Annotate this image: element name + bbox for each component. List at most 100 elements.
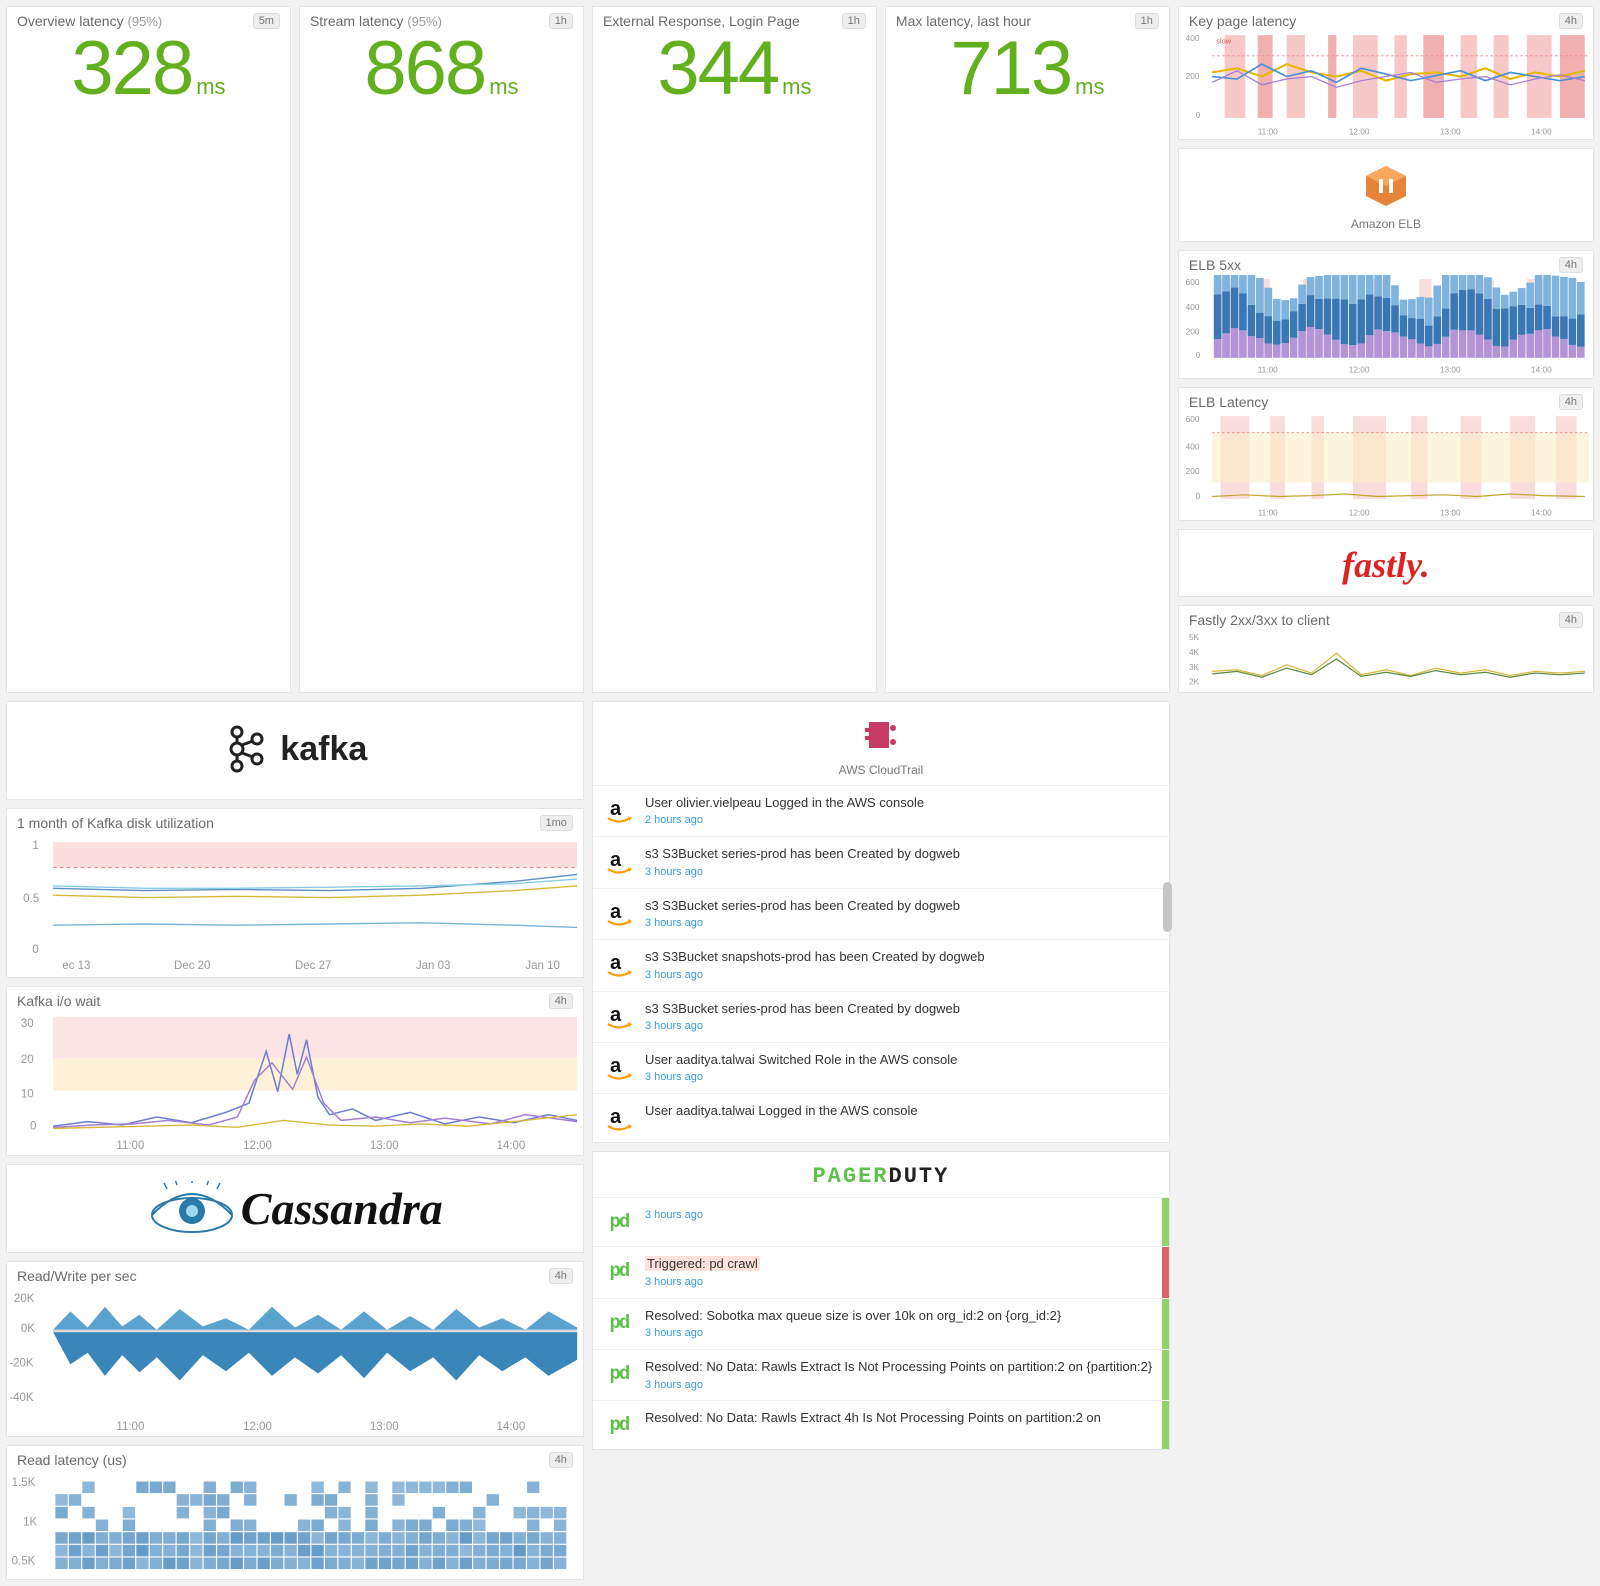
svg-text:11:00: 11:00: [116, 1421, 144, 1433]
svg-text:5K: 5K: [1189, 633, 1200, 642]
svg-text:13:00: 13:00: [1440, 509, 1461, 518]
pagerduty-icon: pd: [603, 1409, 635, 1441]
amazon-icon: a: [603, 1000, 635, 1032]
chart-elb-5xx[interactable]: ELB 5xx4h 6004002000 11:0012:0013:0014:0…: [1178, 250, 1594, 380]
svg-text:2K: 2K: [1189, 677, 1200, 686]
feed-time: 3 hours ago: [645, 1326, 1159, 1341]
svg-text:14:00: 14:00: [1531, 509, 1552, 518]
aws-cloudtrail-icon: [859, 714, 903, 754]
feed-time: 3 hours ago: [645, 1070, 1159, 1085]
amazon-icon: a: [603, 794, 635, 826]
feed-time: 3 hours ago: [645, 1019, 1159, 1034]
amazon-icon: a: [603, 1102, 635, 1134]
stat-card-max-latency[interactable]: Max latency, last hour1h 713ms: [885, 6, 1170, 693]
svg-text:a: a: [610, 1055, 622, 1077]
svg-text:Dec 27: Dec 27: [295, 960, 331, 972]
aws-feed-item[interactable]: a User olivier.vielpeau Logged in the AWS…: [593, 785, 1169, 836]
chart-key-page-latency[interactable]: Key page latency4h slow 4002000 11:0012:…: [1178, 6, 1594, 140]
aws-feed-item[interactable]: a s3 S3Bucket series-prod has been Create…: [593, 991, 1169, 1042]
feed-text: Resolved: Sobotka max queue size is over…: [645, 1308, 1061, 1323]
chart-kafka-io-wait[interactable]: Kafka i/o wait4h 3020100 11:0012:0013:00…: [6, 986, 584, 1156]
aws-feed-item[interactable]: as3 S3Bucket series-prod has been Create…: [593, 888, 1169, 939]
svg-text:14:00: 14:00: [497, 1421, 526, 1433]
svg-text:14:00: 14:00: [1531, 365, 1552, 374]
key-page-chart-svg: slow 4002000 11:0012:0013:0014:00: [1179, 31, 1593, 139]
feed-text: User aaditya.talwai Logged in the AWS co…: [645, 1103, 918, 1118]
logo-card-fastly: fastly.: [1178, 529, 1594, 597]
svg-text:0: 0: [30, 1121, 36, 1133]
svg-text:0K: 0K: [21, 1323, 35, 1335]
svg-text:1.5K: 1.5K: [12, 1477, 36, 1489]
pd-feed-item[interactable]: pdTriggered: pd crawl3 hours ago: [593, 1246, 1169, 1297]
cass-rl-svg: 1.5K1K0.5K: [7, 1470, 583, 1579]
svg-text:4K: 4K: [1189, 648, 1200, 657]
pd-feed-item[interactable]: pdResolved: No Data: Rawls Extract 4h Is…: [593, 1400, 1169, 1449]
feed-pagerduty[interactable]: PAGERDUTY pd3 hours agopdTriggered: pd c…: [592, 1151, 1170, 1450]
svg-text:20K: 20K: [14, 1293, 35, 1305]
pd-feed-item[interactable]: pd Resolved: No Data: Rawls Extract Is No…: [593, 1349, 1169, 1400]
svg-text:0: 0: [32, 944, 38, 956]
feed-text: s3 S3Bucket series-prod has been Created…: [645, 846, 960, 861]
fastly-svg: 5K 4K 3K 2K: [1179, 630, 1593, 692]
aws-feed-item[interactable]: a s3 S3Bucket snapshots-prod has been Cre…: [593, 939, 1169, 990]
chart-kafka-disk[interactable]: 1 month of Kafka disk utilization1mo 10.…: [6, 808, 584, 978]
pagerduty-icon: pd: [603, 1307, 635, 1339]
feed-text: User olivier.vielpeau Logged in the AWS …: [645, 795, 924, 810]
svg-text:0: 0: [1195, 492, 1200, 501]
kafka-io-svg: 3020100 11:0012:0013:0014:00: [7, 1011, 583, 1155]
svg-text:12:00: 12:00: [1349, 128, 1370, 137]
svg-text:Jan 03: Jan 03: [416, 960, 451, 972]
svg-text:-40K: -40K: [9, 1392, 34, 1404]
time-pill[interactable]: 5m: [253, 13, 280, 29]
svg-text:a: a: [610, 798, 622, 820]
scroll-indicator[interactable]: [1163, 882, 1172, 932]
svg-text:13:00: 13:00: [370, 1140, 399, 1152]
fastly-logo-icon: fastly.: [1342, 545, 1430, 585]
svg-text:0.5K: 0.5K: [12, 1555, 36, 1567]
pagerduty-icon: pd: [603, 1358, 635, 1390]
chart-fastly-2xx-3xx[interactable]: Fastly 2xx/3xx to client4h 5K4K3K2K: [1178, 605, 1594, 693]
stat-card-stream-latency[interactable]: Stream latency (95%)1h 868ms: [299, 6, 584, 693]
amazon-icon: a: [603, 1051, 635, 1083]
logo-card-cassandra: Cassandra: [6, 1164, 584, 1253]
svg-text:400: 400: [1186, 34, 1200, 43]
svg-text:slow: slow: [1216, 36, 1232, 45]
svg-text:12:00: 12:00: [243, 1140, 272, 1152]
svg-text:11:00: 11:00: [1258, 128, 1278, 137]
svg-text:3K: 3K: [1189, 663, 1200, 672]
cass-rw-svg: 20K0K-20K-40K 11:0012:0013:0014:00: [7, 1286, 583, 1436]
svg-text:400: 400: [1186, 442, 1200, 451]
aws-feed-item[interactable]: a User aaditya.talwai Switched Role in th…: [593, 1042, 1169, 1093]
svg-text:a: a: [610, 1004, 622, 1026]
svg-text:14:00: 14:00: [497, 1140, 526, 1152]
chart-cassandra-read-latency[interactable]: Read latency (us)4h 1.5K1K0.5K: [6, 1445, 584, 1580]
svg-text:600: 600: [1186, 415, 1200, 424]
feed-time: 3 hours ago: [645, 968, 1159, 983]
feed-aws-cloudtrail[interactable]: AWS CloudTrail aUser olivier.vielpeau Lo…: [592, 701, 1170, 1143]
status-stripe: [1162, 1198, 1169, 1246]
svg-text:a: a: [610, 901, 622, 923]
chart-cassandra-rw[interactable]: Read/Write per sec4h 20K0K-20K-40K 11:00…: [6, 1261, 584, 1437]
svg-text:11:00: 11:00: [116, 1140, 144, 1152]
stat-card-overview-latency[interactable]: Overview latency (95%)5m 328ms: [6, 6, 291, 693]
svg-text:12:00: 12:00: [243, 1421, 272, 1433]
svg-text:Jan 10: Jan 10: [525, 960, 560, 972]
feed-text: s3 S3Bucket snapshots-prod has been Crea…: [645, 949, 985, 964]
feed-text: Resolved: No Data: Rawls Extract Is Not …: [645, 1359, 1152, 1374]
feed-text: User aaditya.talwai Switched Role in the…: [645, 1052, 957, 1067]
elb-lat-svg: 6004002000 11:0012:0013:0014:00: [1179, 412, 1593, 520]
svg-text:a: a: [610, 952, 622, 974]
pd-feed-item[interactable]: pd3 hours ago: [593, 1197, 1169, 1246]
feed-text: Triggered: pd crawl: [645, 1256, 760, 1271]
chart-elb-latency[interactable]: ELB Latency4h 6004002000 11:0012:0013:00…: [1178, 387, 1594, 521]
status-stripe: [1162, 1350, 1169, 1400]
feed-time: 3 hours ago: [645, 916, 1159, 931]
stat-card-external-response[interactable]: External Response, Login Page1h 344ms: [592, 6, 877, 693]
pd-feed-item[interactable]: pd Resolved: Sobotka max queue size is ov…: [593, 1298, 1169, 1349]
svg-text:ec 13: ec 13: [62, 960, 90, 972]
svg-text:20: 20: [21, 1054, 34, 1066]
feed-text: s3 S3Bucket series-prod has been Created…: [645, 1001, 960, 1016]
aws-feed-item[interactable]: as3 S3Bucket series-prod has been Create…: [593, 836, 1169, 887]
feed-time: 3 hours ago: [645, 1275, 1159, 1290]
aws-feed-item[interactable]: a User aaditya.talwai Logged in the AWS c…: [593, 1093, 1169, 1142]
